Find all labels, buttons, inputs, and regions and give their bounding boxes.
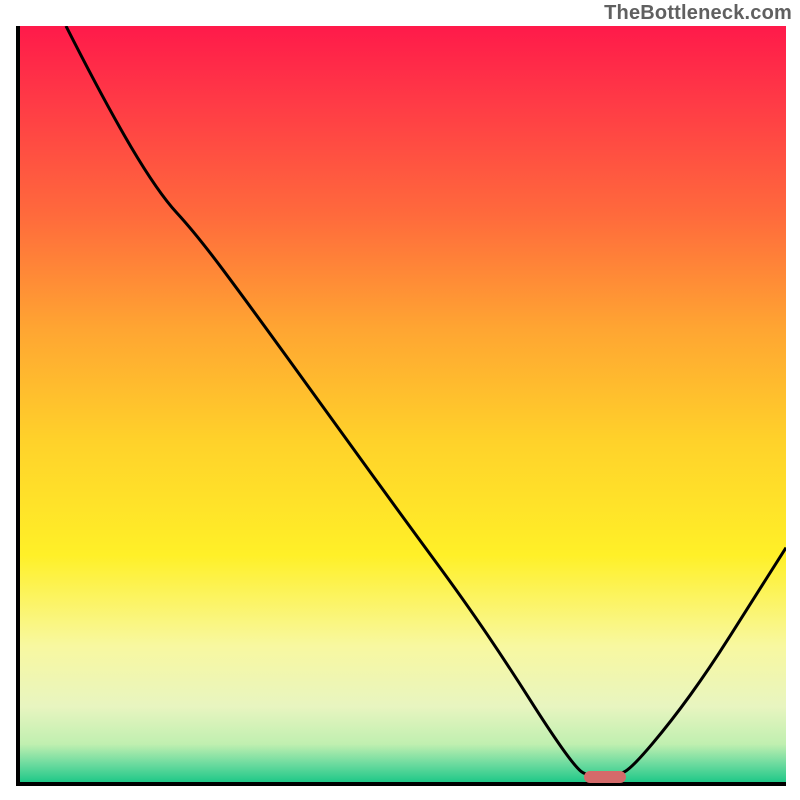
curve-layer — [20, 26, 786, 782]
plot-area — [16, 26, 786, 786]
watermark-text: TheBottleneck.com — [604, 2, 792, 25]
chart-container: TheBottleneck.com — [0, 0, 800, 800]
optimal-marker — [584, 771, 626, 783]
bottleneck-curve — [66, 26, 786, 776]
